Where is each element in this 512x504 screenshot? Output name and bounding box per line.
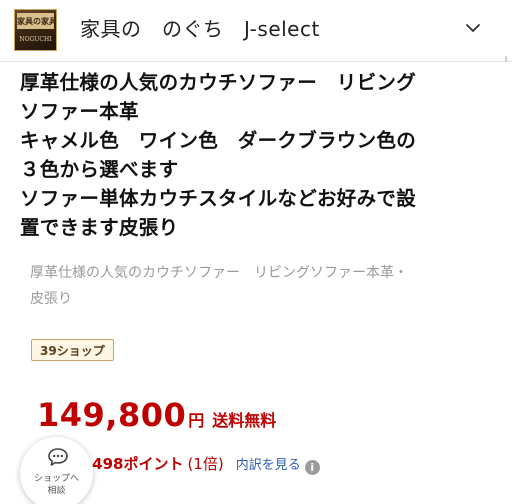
points-rate: (1倍) [187, 455, 224, 473]
consult-label-line2: 相談 [47, 486, 66, 496]
consult-label-line1: ショップへ [33, 474, 79, 484]
price-row: 149,800 円送料無料 [37, 396, 276, 436]
logo-text-bottom: NOGUCHI [19, 36, 52, 43]
price-unit: 円 [188, 411, 205, 430]
points-breakdown-link[interactable]: 内訳を見る [236, 458, 301, 473]
price-amount: 149,800 [37, 396, 187, 434]
product-title-line: ３色から選べます [20, 158, 179, 181]
product-title-line: キャメル色 ワイン色 ダークブラウン色の [20, 129, 417, 152]
product-title-line: 厚革仕様の人気のカウチソファー リビング [20, 71, 417, 94]
product-title-line: ソファー単体カウチスタイルなどお好みで設 [20, 187, 417, 210]
product-subtitle: 厚革仕様の人気のカウチソファー リビングソファー本革・ 皮張り [30, 260, 490, 312]
shop-name[interactable]: 家具の のぐち J-select [80, 14, 320, 44]
product-title: 厚革仕様の人気のカウチソファー リビング ソファー本革 キャメル色 ワイン色 ダ… [20, 68, 500, 242]
product-title-line: ソファー本革 [20, 100, 139, 123]
shop-logo[interactable]: 家具の家具 NOGUCHI [14, 9, 57, 51]
product-subtitle-line: 皮張り [30, 291, 72, 307]
product-page: 家具の家具 NOGUCHI 家具の のぐち J-select 厚革仕様の人気のカ… [0, 0, 512, 504]
shop-39-badge: 39ショップ [31, 339, 114, 361]
logo-text-top: 家具の家具 [17, 13, 54, 29]
product-subtitle-line: 厚革仕様の人気のカウチソファー リビングソファー本革・ [30, 265, 408, 281]
product-title-line: 置できます皮張り [20, 216, 179, 239]
consult-label: ショップへ 相談 [20, 473, 93, 497]
points-row: 1,498ポイント (1倍) 内訳を見る i [76, 453, 320, 475]
shop-header[interactable]: 家具の家具 NOGUCHI 家具の のぐち J-select [0, 0, 512, 62]
scroll-indicator [505, 56, 507, 62]
chevron-down-icon[interactable] [463, 18, 483, 38]
shop-consult-button[interactable]: ショップへ 相談 [20, 437, 93, 504]
shipping-free-label: 送料無料 [212, 411, 277, 430]
info-icon[interactable]: i [304, 460, 320, 475]
chat-bubble-icon [48, 448, 68, 466]
